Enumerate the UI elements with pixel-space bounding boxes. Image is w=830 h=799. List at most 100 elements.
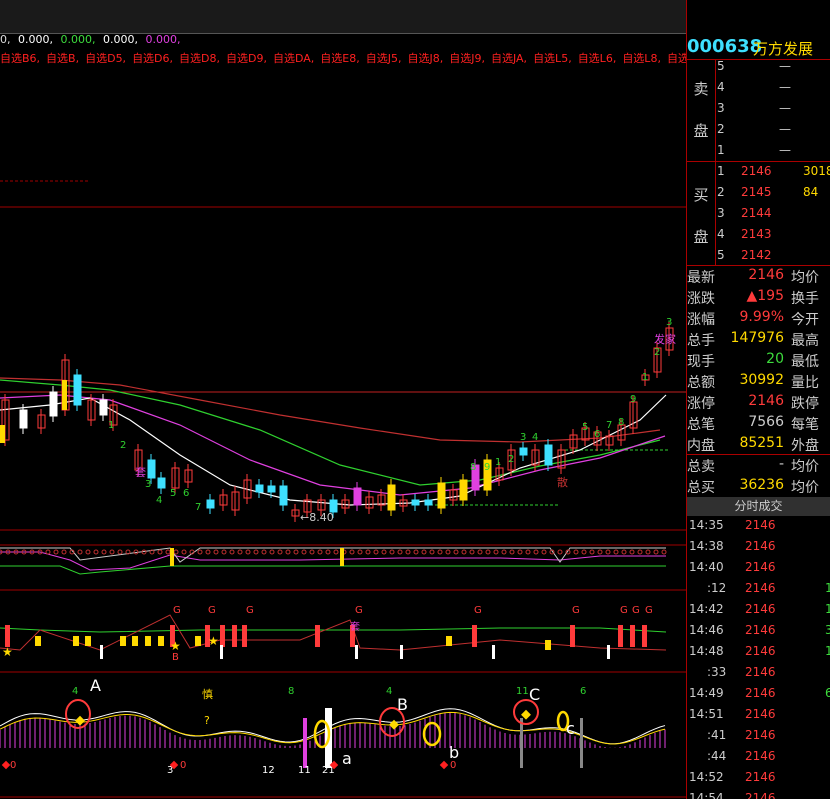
tick-time: :44 — [707, 749, 727, 763]
orderbook-row[interactable]: 2— — [717, 122, 830, 142]
candle-count-label: 5 — [170, 488, 176, 499]
osc-dot — [517, 549, 523, 555]
tick-time: 14:46 — [689, 623, 724, 637]
candle-body — [544, 444, 553, 466]
highlight-bar — [0, 425, 5, 443]
quote-key: 涨幅 — [687, 312, 715, 328]
quote-value: 85251 — [739, 435, 784, 451]
orderbook-row[interactable]: 4— — [717, 80, 830, 100]
osc-dot — [557, 549, 563, 555]
quote-value: 7566 — [748, 414, 784, 430]
candle-count-label: 1 — [495, 457, 501, 468]
candle-count-label: 5 — [582, 422, 588, 433]
ind3-yellow-bar — [73, 636, 79, 646]
candle-body — [99, 399, 108, 416]
buy-label-1: 买 — [693, 186, 709, 204]
tick-row: :41 2146 — [687, 728, 830, 749]
buy-label-2: 盘 — [693, 228, 709, 246]
quote-key-2: 最低 — [791, 354, 819, 370]
osc-dot — [533, 549, 539, 555]
quote-value: 36236 — [739, 477, 784, 493]
level-price: 2145 — [741, 185, 772, 199]
quote-row: 总额 30992 量比 — [687, 372, 830, 393]
diamond-marker — [75, 715, 85, 726]
tick-volume: 1 — [825, 602, 830, 616]
candle-count-label: 6 — [183, 488, 189, 499]
osc-dot — [45, 549, 51, 555]
kline-chart-area[interactable]: 0, 0.000, 0.000, 0.000, 0.000, 自选B6, 自选B,… — [0, 0, 734, 799]
tick-row: 14:38 2146 — [687, 539, 830, 560]
tick-price: 2146 — [745, 644, 776, 658]
osc-dot — [453, 549, 459, 555]
osc-dot — [285, 549, 291, 555]
osc-mark — [170, 548, 174, 566]
quote-key-2: 均价 — [791, 459, 819, 475]
osc-dot — [317, 549, 323, 555]
ind3-g-marker: G — [173, 605, 181, 616]
tick-price: 2146 — [745, 518, 776, 532]
osc-dot — [181, 549, 187, 555]
ind3-yellow-bar — [120, 636, 126, 646]
tick-row: 14:35 2146 — [687, 518, 830, 539]
highlight-bar — [388, 487, 393, 507]
orderbook-row[interactable]: 2 2145 84 — [717, 185, 830, 205]
orderbook-row[interactable]: 3— — [717, 101, 830, 121]
tick-row: 14:49 2146 6 — [687, 686, 830, 707]
ind3-red-bar — [232, 625, 237, 647]
tick-price: 2146 — [745, 707, 776, 721]
osc-dot — [477, 549, 483, 555]
osc-white — [0, 547, 666, 563]
osc-dot — [661, 549, 667, 555]
ind3-yellow-bar — [446, 636, 452, 646]
quote-value: 30992 — [739, 372, 784, 388]
osc-dot — [445, 549, 451, 555]
diamond-marker — [389, 719, 399, 730]
quote-panel: 000638 万方发展 卖 盘 5—4—3—2—1— 买 盘 1 2146 3018… — [687, 0, 830, 799]
level-label: 2 — [717, 122, 725, 136]
candle-count-label: 4 — [532, 432, 538, 443]
orderbook-row[interactable]: 5— — [717, 59, 830, 79]
orderbook-row[interactable]: 4 2143 — [717, 227, 830, 247]
level-volume: 84 — [803, 185, 819, 199]
ind3-white-bar — [607, 645, 610, 659]
osc-dot — [93, 549, 99, 555]
ind4-tag: 慎 — [202, 687, 213, 701]
tick-row: 14:46 2146 3 — [687, 623, 830, 644]
orderbook-row[interactable]: 3 2144 — [717, 206, 830, 226]
orderbook-row[interactable]: 1 2146 3018 — [717, 164, 830, 184]
ind4-gray-bar — [580, 718, 583, 768]
ticks-header[interactable]: 分时成交 — [687, 497, 830, 516]
buy-vline — [715, 162, 716, 265]
tag-label: 套 — [135, 466, 146, 479]
osc-dot — [469, 549, 475, 555]
candle-count-label: 2 — [654, 347, 660, 358]
ind4-number: 6 — [580, 686, 586, 697]
tick-price: 2146 — [745, 665, 776, 679]
tick-price: 2146 — [745, 791, 776, 799]
stock-title[interactable]: 000638 万方发展 — [687, 33, 830, 60]
tick-row: 14:52 2146 — [687, 770, 830, 791]
ind3-yellow-bar — [35, 636, 41, 646]
candle-count-label: 4 — [156, 495, 162, 506]
candle-body — [267, 485, 276, 493]
osc-dot — [117, 549, 123, 555]
candle-body — [73, 374, 82, 406]
tick-price: 2146 — [745, 602, 776, 616]
osc-dot — [365, 549, 371, 555]
candle-count-label: 1 — [642, 372, 648, 383]
level-price: — — [779, 80, 791, 94]
quote-row: 涨跌 ▲195 换手 — [687, 288, 830, 309]
candle-body — [279, 485, 288, 506]
candle-count-label: 7 — [195, 502, 201, 513]
quote-divider — [687, 454, 830, 455]
orderbook-row[interactable]: 1— — [717, 143, 830, 163]
level-price: — — [779, 59, 791, 73]
ind3-g-marker: G — [208, 605, 216, 616]
quote-value: 20 — [766, 351, 784, 367]
quote-key: 现手 — [687, 354, 715, 370]
star-marker: ★ — [2, 645, 13, 659]
ind4-number: 4 — [72, 686, 78, 697]
tick-time: :33 — [707, 665, 727, 679]
osc-dot — [653, 549, 659, 555]
tick-row: :12 2146 1 — [687, 581, 830, 602]
